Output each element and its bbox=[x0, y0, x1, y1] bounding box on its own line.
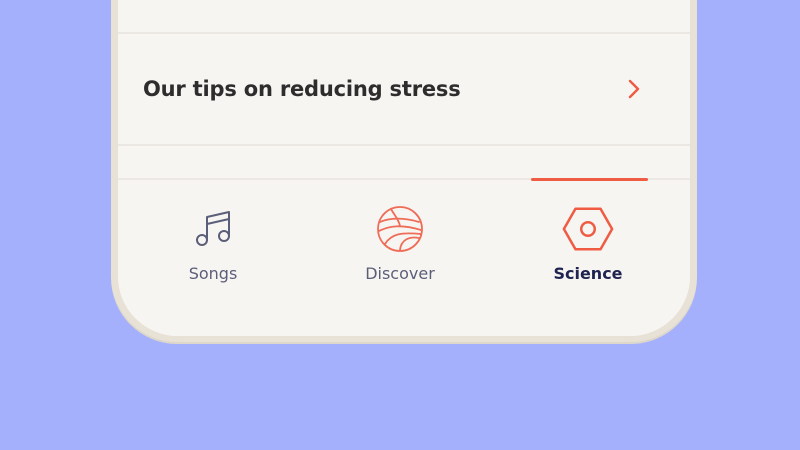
music-note-icon bbox=[186, 202, 240, 256]
tab-label: Science bbox=[553, 264, 623, 283]
tab-songs[interactable]: Songs bbox=[153, 202, 273, 288]
list-item-label: Our tips on reducing stress bbox=[143, 77, 461, 101]
content-list: Our tips on reducing stress bbox=[118, 0, 690, 178]
app-screen: Our tips on reducing stress Songs Discov… bbox=[118, 0, 690, 336]
list-divider bbox=[118, 144, 690, 146]
active-tab-indicator bbox=[531, 178, 648, 181]
chevron-right-icon bbox=[626, 79, 642, 99]
bottom-tab-bar: Songs Discover Science bbox=[118, 178, 690, 336]
globe-icon bbox=[373, 202, 427, 256]
tab-label: Discover bbox=[365, 264, 435, 283]
list-item-reducing-stress[interactable]: Our tips on reducing stress bbox=[118, 34, 690, 144]
tab-discover[interactable]: Discover bbox=[340, 202, 460, 288]
background: Our tips on reducing stress Songs Discov… bbox=[0, 0, 800, 450]
tab-science[interactable]: Science bbox=[528, 202, 648, 288]
tab-label: Songs bbox=[188, 264, 238, 283]
hexagon-icon bbox=[561, 202, 615, 256]
